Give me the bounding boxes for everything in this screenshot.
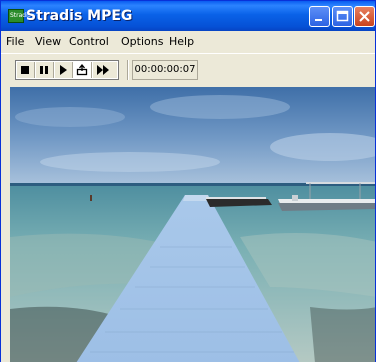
menu-options[interactable]: Options — [121, 35, 163, 49]
menu-control[interactable]: Control — [69, 35, 109, 49]
loop-icon — [76, 64, 88, 76]
video-display[interactable] — [10, 87, 375, 362]
maximize-button[interactable] — [332, 6, 353, 27]
transport-toolbar: 00:00:00:07 — [1, 53, 375, 84]
play-icon — [60, 65, 67, 75]
player-window: Stradis Stradis MPEG File View Control O… — [0, 0, 376, 362]
pause-icon — [40, 66, 48, 74]
video-frame — [10, 87, 375, 362]
app-icon[interactable]: Stradis — [8, 9, 31, 23]
minimize-button[interactable] — [309, 6, 330, 27]
transport-controls — [15, 60, 119, 80]
close-button[interactable] — [354, 6, 375, 27]
menu-help[interactable]: Help — [169, 35, 194, 49]
title-bar[interactable]: Stradis Stradis MPEG — [1, 1, 375, 31]
pause-button[interactable] — [36, 62, 54, 78]
menu-file[interactable]: File — [6, 35, 24, 49]
stop-button[interactable] — [17, 62, 35, 78]
fast-forward-icon — [97, 65, 109, 75]
fast-forward-button[interactable] — [93, 62, 117, 78]
play-button[interactable] — [55, 62, 73, 78]
stop-icon — [21, 66, 29, 74]
toolbar-separator — [127, 60, 129, 80]
menu-view[interactable]: View — [35, 35, 61, 49]
loop-button[interactable] — [74, 62, 92, 78]
maximize-icon — [336, 10, 349, 22]
minimize-icon — [315, 19, 322, 21]
close-icon — [359, 11, 370, 22]
menu-bar: File View Control Options Help — [1, 31, 375, 53]
window-title: Stradis MPEG — [26, 8, 133, 24]
timecode-display: 00:00:00:07 — [132, 60, 198, 80]
